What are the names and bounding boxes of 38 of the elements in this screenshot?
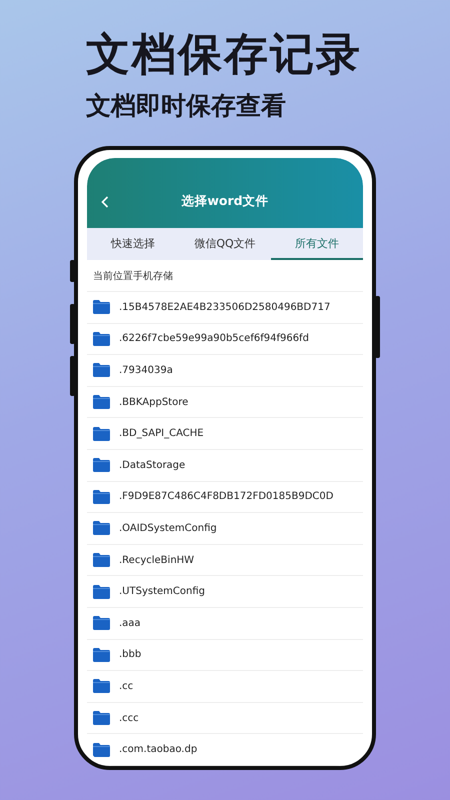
- location-label: 当前位置手机存储: [93, 270, 173, 282]
- headline-subtitle: 文档即时保存查看: [86, 90, 286, 122]
- folder-name[interactable]: .DataStorage: [119, 460, 186, 471]
- folder-icon: [93, 332, 110, 346]
- folder-icon: [93, 711, 110, 726]
- folder-name[interactable]: .aaa: [119, 618, 141, 629]
- folder-name[interactable]: .7934039a: [119, 364, 173, 376]
- back-icon[interactable]: [101, 196, 109, 208]
- folder-icon: [93, 300, 110, 314]
- folder-name[interactable]: .6226f7cbe59e99a90b5cef6f94f966fd: [119, 333, 309, 344]
- tab[interactable]: 微信QQ文件: [179, 228, 271, 260]
- folder-name[interactable]: .OAIDSystemConfig: [119, 522, 217, 534]
- folder-icon: [93, 490, 110, 504]
- folder-icon: [93, 426, 110, 441]
- folder-name[interactable]: .BD_SAPI_CACHE: [119, 428, 204, 440]
- folder-name[interactable]: .ccc: [119, 712, 139, 724]
- folder-name[interactable]: .cc: [119, 680, 134, 692]
- folder-name[interactable]: .bbb: [119, 649, 142, 660]
- folder-icon: [93, 521, 110, 536]
- folder-name[interactable]: .com.taobao.dp: [119, 744, 198, 756]
- folder-name[interactable]: .F9D9E87C486C4F8DB172FD0185B9DC0D: [119, 491, 334, 502]
- headline-title: 文档保存记录: [86, 28, 362, 82]
- folder-icon: [93, 742, 110, 757]
- tab[interactable]: 快速选择: [87, 228, 179, 260]
- folder-name[interactable]: .UTSystemConfig: [119, 586, 205, 598]
- folder-icon: [93, 395, 110, 410]
- folder-icon: [93, 553, 110, 568]
- folder-name[interactable]: .BBKAppStore: [119, 396, 188, 408]
- folder-icon: [93, 616, 110, 630]
- folder-icon: [93, 584, 110, 599]
- tab[interactable]: 所有文件: [271, 228, 363, 260]
- folder-name[interactable]: .RecycleBinHW: [119, 554, 194, 566]
- folder-name[interactable]: .15B4578E2AE4B233506D2580496BD717: [119, 302, 330, 313]
- folder-icon: [93, 363, 110, 378]
- app-bar-title: 选择word文件: [180, 192, 270, 210]
- folder-icon: [93, 679, 110, 694]
- folder-icon: [93, 458, 110, 472]
- folder-icon: [93, 648, 110, 662]
